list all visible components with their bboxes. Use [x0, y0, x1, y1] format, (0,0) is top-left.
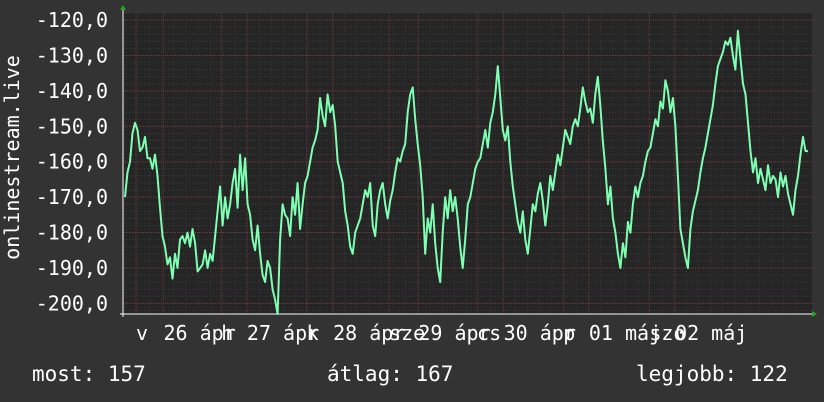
y-tick-label: -130,0: [36, 43, 108, 67]
y-axis-arrow: [120, 5, 126, 10]
x-tick-label: p: [563, 321, 575, 345]
y-tick-label: -200,0: [36, 291, 108, 315]
y-tick-label: -160,0: [36, 150, 108, 174]
x-tick-label: 02 máj: [675, 321, 747, 345]
current-value-text: most: 157: [32, 362, 146, 386]
x-tick-label: cs: [477, 321, 501, 345]
x-axis-arrow: [812, 311, 817, 317]
plot-background: [123, 13, 812, 314]
y-tick-label: -170,0: [36, 185, 108, 209]
line-chart: -120,0 -130,0 -140,0 -150,0 -160,0 -170,0 -180…: [0, 5, 817, 345]
y-tick-label: -150,0: [36, 114, 108, 138]
y-tick-label: -190,0: [36, 256, 108, 280]
x-tick-label: h: [221, 321, 233, 345]
best-value-text: legjobb: 122: [636, 362, 788, 386]
x-tick-label: k: [307, 321, 319, 345]
plot-area: -120,0 -130,0 -140,0 -150,0 -160,0 -170,0 -180…: [0, 5, 817, 345]
x-tick-label: v: [136, 321, 148, 345]
y-tick-label: -180,0: [36, 221, 108, 245]
average-value-text: átlag: 167: [327, 362, 454, 386]
y-tick-label: -120,0: [36, 8, 108, 32]
y-axis-title: onlinestream.live: [0, 55, 24, 260]
y-tick-label: -140,0: [36, 79, 108, 103]
